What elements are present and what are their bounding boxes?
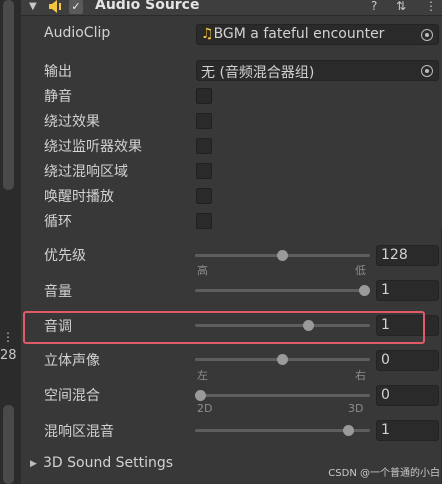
bypass-reverb-zones-label: 绕过混响区域: [44, 164, 128, 180]
priority-slider-thumb[interactable]: [277, 250, 288, 261]
output-label: 输出: [44, 64, 72, 80]
loop-checkbox[interactable]: [196, 213, 212, 229]
audio-speaker-icon: [49, 0, 61, 13]
object-picker-icon[interactable]: [421, 65, 433, 77]
output-value: 无 (音频混合器组): [201, 65, 315, 81]
reverb-zone-mix-label: 混响区混音: [44, 424, 114, 440]
spatial-blend-min-label: 2D: [197, 402, 213, 415]
priority-max-label: 低: [355, 264, 366, 277]
stereo-pan-slider[interactable]: [195, 354, 370, 365]
play-on-awake-checkbox[interactable]: [196, 188, 212, 204]
context-menu-icon[interactable]: ⋮: [425, 0, 437, 13]
spatial-blend-max-label: 3D: [348, 402, 364, 415]
audioclip-name: BGM a fateful encounter: [213, 26, 385, 42]
reverb-zone-mix-value: 1: [381, 422, 390, 438]
play-on-awake-label: 唤醒时播放: [44, 189, 114, 205]
audioclip-field[interactable]: ♫BGM a fateful encounter: [196, 24, 439, 45]
stereo-pan-label: 立体声像: [44, 353, 100, 369]
priority-input[interactable]: 128: [376, 245, 439, 266]
volume-label: 音量: [44, 284, 72, 300]
bypass-listener-effects-label: 绕过监听器效果: [44, 139, 142, 155]
hierarchy-scroll-thumb[interactable]: [3, 0, 14, 190]
audioclip-label: AudioClip: [44, 25, 111, 41]
component-enabled-checkbox[interactable]: ✓: [69, 0, 83, 14]
component-title: Audio Source: [95, 0, 200, 13]
volume-value: 1: [381, 282, 390, 298]
component-header[interactable]: ▼ ✓ Audio Source ? ⇅ ⋮: [21, 0, 442, 16]
spatial-blend-label: 空间混合: [44, 388, 100, 404]
inspector-panel: ▼ ✓ Audio Source ? ⇅ ⋮ AudioClip ♫BGM a …: [21, 0, 442, 484]
priority-min-label: 高: [197, 264, 208, 277]
reverb-zone-mix-slider-thumb[interactable]: [342, 425, 354, 436]
watermark: CSDN @一个普通的小白: [328, 468, 440, 479]
menu-dots-icon[interactable]: ⋮: [2, 330, 14, 344]
reverb-zone-mix-input[interactable]: 1: [376, 420, 439, 441]
bypass-listener-effects-checkbox[interactable]: [196, 138, 212, 154]
music-note-icon: ♫: [201, 26, 214, 42]
volume-slider[interactable]: [195, 285, 370, 296]
stereo-pan-max-label: 右: [355, 369, 366, 382]
3d-sound-settings-foldout[interactable]: 3D Sound Settings: [43, 455, 173, 471]
hierarchy-scroll-thumb-lower[interactable]: [3, 405, 14, 484]
spatial-blend-slider[interactable]: [195, 390, 370, 401]
stereo-pan-value: 0: [381, 352, 390, 368]
hierarchy-number: 28: [0, 348, 17, 363]
priority-value: 128: [381, 247, 408, 263]
volume-slider-thumb[interactable]: [359, 285, 370, 296]
bypass-effects-checkbox[interactable]: [196, 113, 212, 129]
stereo-pan-slider-thumb[interactable]: [277, 354, 288, 365]
presets-icon[interactable]: ⇅: [396, 0, 406, 13]
output-field[interactable]: 无 (音频混合器组): [196, 60, 439, 81]
object-picker-icon[interactable]: [421, 29, 433, 41]
spatial-blend-value: 0: [381, 387, 390, 403]
reverb-zone-mix-slider[interactable]: [195, 425, 370, 436]
stereo-pan-input[interactable]: 0: [376, 350, 439, 371]
pitch-highlight-box: [23, 311, 425, 344]
loop-label: 循环: [44, 214, 72, 230]
foldout-arrow-icon[interactable]: ▶: [30, 459, 37, 469]
fold-arrow-icon[interactable]: ▼: [29, 1, 37, 12]
bypass-reverb-zones-checkbox[interactable]: [196, 163, 212, 179]
volume-input[interactable]: 1: [376, 280, 439, 301]
stereo-pan-min-label: 左: [197, 369, 208, 382]
hierarchy-panel-edge: ⋮ 28: [0, 0, 21, 484]
editor-root: ⋮ 28 ▼ ✓ Audio Source ? ⇅ ⋮ AudioClip ♫B…: [0, 0, 442, 484]
priority-label: 优先级: [44, 248, 86, 264]
help-icon[interactable]: ?: [371, 0, 377, 13]
bypass-effects-label: 绕过效果: [44, 114, 100, 130]
spatial-blend-input[interactable]: 0: [376, 385, 439, 406]
mute-checkbox[interactable]: [196, 88, 212, 104]
priority-slider[interactable]: [195, 250, 370, 261]
spatial-blend-slider-thumb[interactable]: [195, 390, 206, 401]
audioclip-value: ♫BGM a fateful encounter: [201, 26, 384, 42]
mute-label: 静音: [44, 89, 72, 105]
